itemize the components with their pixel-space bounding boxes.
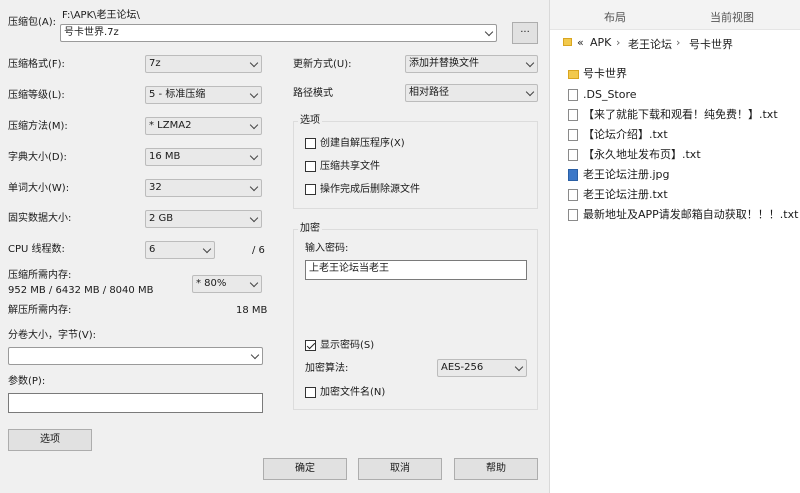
sfx-checkbox[interactable] xyxy=(305,138,316,149)
enc-method-label: 加密算法: xyxy=(305,363,349,374)
solid-label: 固实数据大小: xyxy=(8,213,72,224)
cpu-label: CPU 线程数: xyxy=(8,244,65,255)
shared-label: 压缩共享文件 xyxy=(320,161,380,172)
word-select[interactable]: 32 xyxy=(145,179,262,197)
chevron-down-icon xyxy=(249,120,259,130)
text-file-icon xyxy=(568,189,578,201)
breadcrumb-current[interactable]: 号卡世界 xyxy=(689,36,733,52)
breadcrumb-separator: › xyxy=(676,36,681,49)
level-select[interactable]: 5 - 标准压缩 xyxy=(145,86,262,104)
text-file-icon xyxy=(568,129,578,141)
mem-percent-select[interactable]: * 80% xyxy=(192,275,262,293)
dict-select[interactable]: 16 MB xyxy=(145,148,262,166)
dict-value: 16 MB xyxy=(149,151,181,162)
encrypt-names-label: 加密文件名(N) xyxy=(320,387,386,398)
image-file-icon xyxy=(568,169,578,181)
ok-button[interactable]: 确定 xyxy=(263,458,347,480)
archive-label: 压缩包(A): xyxy=(8,17,57,28)
dict-label: 字典大小(D): xyxy=(8,152,67,163)
text-file-icon xyxy=(568,149,578,161)
mem-percent-value: * 80% xyxy=(196,278,227,289)
file-explorer: 布局 当前视图 « APK › 老王论坛 › 号卡世界 号卡世界 .DS_Sto… xyxy=(549,0,800,493)
update-value: 添加并替换文件 xyxy=(409,58,479,69)
chevron-down-icon xyxy=(525,87,535,97)
mem-detail: 952 MB / 6432 MB / 8040 MB xyxy=(8,285,154,296)
format-select[interactable]: 7z xyxy=(145,55,262,73)
params-input[interactable] xyxy=(8,393,263,413)
chevron-down-icon xyxy=(249,151,259,161)
path-label: 路径模式 xyxy=(293,88,333,99)
folder-icon xyxy=(563,38,572,46)
compress-dialog: 压缩包(A): F:\APK\老王论坛\ 号卡世界.7z ... 压缩格式(F)… xyxy=(0,0,549,493)
breadcrumb-back[interactable]: « xyxy=(577,36,584,49)
chevron-down-icon xyxy=(249,89,259,99)
shared-checkbox[interactable] xyxy=(305,161,316,172)
chevron-down-icon xyxy=(250,350,260,360)
breadcrumb-laowang[interactable]: 老王论坛 xyxy=(628,36,672,52)
tab-layout[interactable]: 布局 xyxy=(604,9,626,25)
chevron-down-icon xyxy=(249,58,259,68)
cpu-value: 6 xyxy=(149,244,156,255)
enc-method-select[interactable]: AES-256 xyxy=(437,359,527,377)
options-button[interactable]: 选项 xyxy=(8,429,92,451)
cancel-button[interactable]: 取消 xyxy=(358,458,442,480)
decomp-label: 解压所需内存: xyxy=(8,305,72,316)
password-label: 输入密码: xyxy=(305,243,349,254)
password-input[interactable]: 上老王论坛当老王 xyxy=(305,260,527,280)
update-select[interactable]: 添加并替换文件 xyxy=(405,55,538,73)
show-password-label: 显示密码(S) xyxy=(320,340,375,351)
path-value: 相对路径 xyxy=(409,87,449,98)
enc-method-value: AES-256 xyxy=(441,362,484,373)
level-value: 5 - 标准压缩 xyxy=(149,89,206,100)
encryption-group xyxy=(293,229,538,410)
file-icon xyxy=(568,89,578,101)
chevron-down-icon xyxy=(249,278,259,288)
encryption-group-title: 加密 xyxy=(298,223,322,235)
options-group-title: 选项 xyxy=(298,115,322,127)
format-label: 压缩格式(F): xyxy=(8,59,65,70)
archive-name-value: 号卡世界.7z xyxy=(64,27,119,38)
cpu-total: / 6 xyxy=(252,245,265,256)
solid-value: 2 GB xyxy=(149,213,174,224)
params-label: 参数(P): xyxy=(8,376,46,387)
method-label: 压缩方法(M): xyxy=(8,121,68,132)
delete-label: 操作完成后删除源文件 xyxy=(320,184,420,195)
folder-icon xyxy=(568,70,579,79)
archive-path: F:\APK\老王论坛\ xyxy=(62,10,140,21)
chevron-down-icon xyxy=(525,58,535,68)
solid-select[interactable]: 2 GB xyxy=(145,210,262,228)
text-file-icon xyxy=(568,109,578,121)
decomp-value: 18 MB xyxy=(236,305,268,316)
format-value: 7z xyxy=(149,58,161,69)
split-label: 分卷大小，字节(V): xyxy=(8,330,97,341)
chevron-down-icon xyxy=(514,362,524,372)
chevron-down-icon xyxy=(249,213,259,223)
archive-name-combo[interactable]: 号卡世界.7z xyxy=(60,24,497,42)
show-password-checkbox[interactable] xyxy=(305,340,316,351)
encrypt-names-checkbox[interactable] xyxy=(305,387,316,398)
help-button[interactable]: 帮助 xyxy=(454,458,538,480)
mem-label: 压缩所需内存: xyxy=(8,270,72,281)
chevron-down-icon xyxy=(249,182,259,192)
method-select[interactable]: * LZMA2 xyxy=(145,117,262,135)
chevron-down-icon xyxy=(202,244,212,254)
breadcrumb-separator: › xyxy=(616,36,621,49)
method-value: * LZMA2 xyxy=(149,120,192,131)
level-label: 压缩等级(L): xyxy=(8,90,65,101)
tab-current-view[interactable]: 当前视图 xyxy=(710,9,754,25)
sfx-label: 创建自解压程序(X) xyxy=(320,138,405,149)
word-label: 单词大小(W): xyxy=(8,183,70,194)
update-label: 更新方式(U): xyxy=(293,59,352,70)
text-file-icon xyxy=(568,209,578,221)
delete-checkbox[interactable] xyxy=(305,184,316,195)
chevron-down-icon xyxy=(484,27,494,37)
browse-button[interactable]: ... xyxy=(512,22,538,44)
breadcrumb-apk[interactable]: APK xyxy=(590,36,611,49)
ribbon-tabs: 布局 当前视图 xyxy=(550,0,800,30)
word-value: 32 xyxy=(149,182,162,193)
path-select[interactable]: 相对路径 xyxy=(405,84,538,102)
cpu-select[interactable]: 6 xyxy=(145,241,215,259)
split-combo[interactable] xyxy=(8,347,263,365)
